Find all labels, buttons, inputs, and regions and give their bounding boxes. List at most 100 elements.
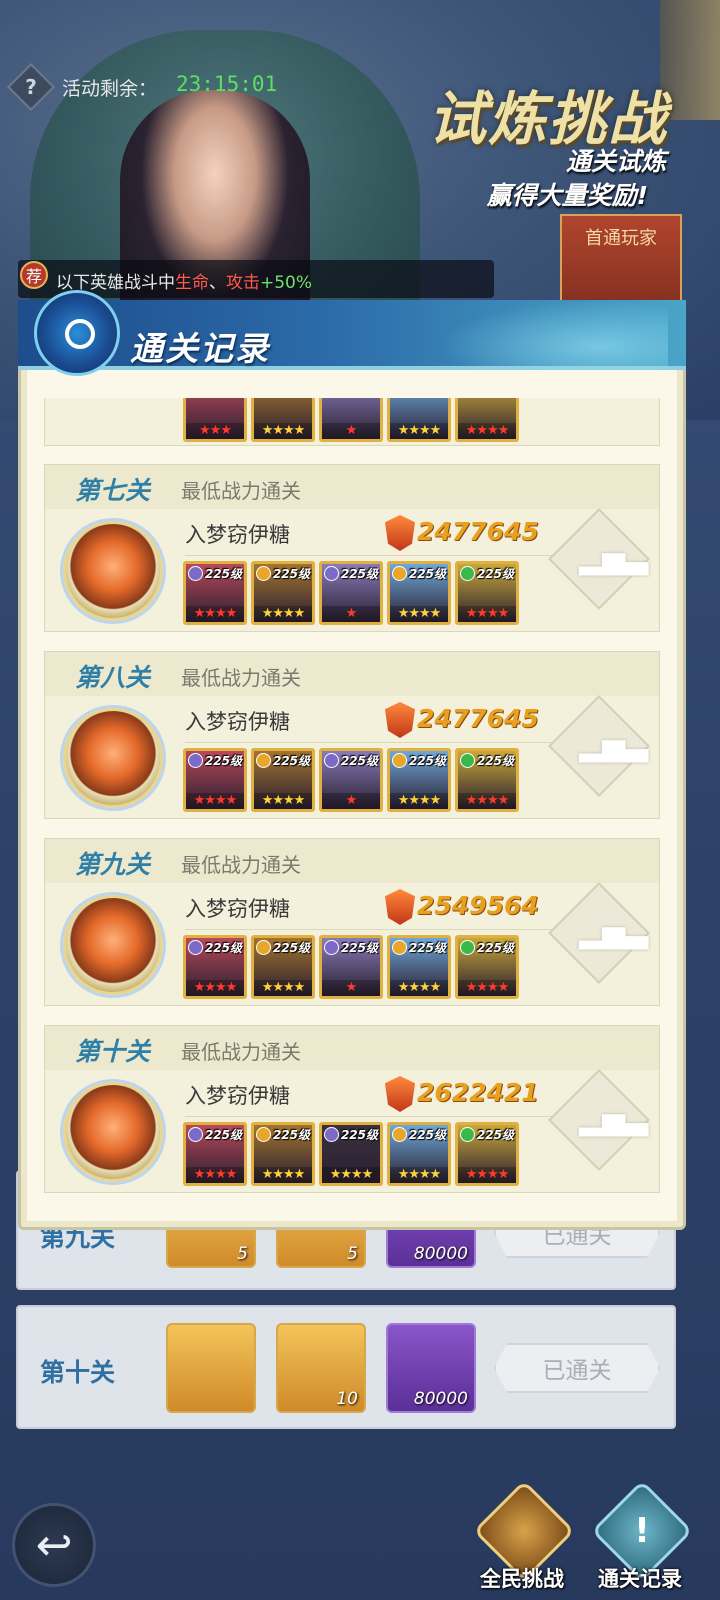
hero-lineup: 225级 ★★★★ 225级 ★★★★ 225级 ★ 225级 ★★★★ 225… (183, 561, 523, 627)
hero-level: 225级 (476, 1128, 514, 1142)
reward-item[interactable]: 10 (276, 1323, 366, 1413)
hero-card[interactable]: 225级 ★★★★ (455, 1122, 519, 1186)
player-name: 入梦窃伊糖 (185, 897, 290, 921)
hero-card[interactable]: 225级 ★★★★ (455, 561, 519, 625)
divider (185, 929, 555, 930)
hero-card[interactable]: ★ (319, 398, 383, 442)
reward-item[interactable]: 80000 (386, 1323, 476, 1413)
hero-card[interactable]: 225级 ★★★★ (387, 561, 451, 625)
back-arrow-icon: ↩ (35, 1519, 73, 1571)
ranking-button[interactable]: ▂▅▃ (548, 508, 650, 610)
hero-card[interactable]: 225级 ★ (319, 561, 383, 625)
hero-level: 225级 (204, 941, 242, 955)
hero-card[interactable]: ★★★★ (455, 398, 519, 442)
hero-card[interactable]: 225级 ★★★★ (387, 1122, 451, 1186)
hero-stars: ★★★★ (254, 1167, 312, 1183)
record-card: 第七关 最低战力通关 入梦窃伊糖 2477645 225级 ★★★★ 225级 … (44, 464, 660, 632)
partial-record: ★★★ ★★★★ ★ ★★★★ ★★★★ (44, 398, 660, 446)
player-name: 入梦窃伊糖 (185, 523, 290, 547)
element-icon (188, 753, 203, 768)
hero-stars: ★★★★ (322, 1167, 380, 1183)
element-icon (324, 753, 339, 768)
hero-level: 225级 (340, 754, 378, 768)
hero-card[interactable]: 225级 ★ (319, 935, 383, 999)
passed-button[interactable]: 已通关 (494, 1343, 660, 1393)
hero-level: 225级 (272, 567, 310, 581)
hero-card[interactable]: 225级 ★★★★ (183, 935, 247, 999)
hero-card[interactable]: 225级 ★★★★ (251, 1122, 315, 1186)
hero-card[interactable]: 225级 ★★★★ (251, 561, 315, 625)
back-button[interactable]: ↩ (12, 1503, 96, 1587)
record-level: 第九关 (75, 850, 151, 879)
power-shield-icon (385, 702, 415, 738)
hero-stars: ★★★★ (186, 980, 244, 996)
nav-all-challenge[interactable]: 全民挑战 (473, 1480, 575, 1595)
hero-card[interactable]: 225级 ★★★★ (183, 748, 247, 812)
hero-stars: ★★★★ (458, 1167, 516, 1183)
event-subtitle-line2: 赢得大量奖励! (486, 181, 648, 210)
power-shield-icon (385, 889, 415, 925)
hero-card[interactable]: 225级 ★★★★ (251, 748, 315, 812)
records-dialog: 通关记录 ★★★ ★★★★ ★ ★★★★ ★★★★ 第七关 最低战力通关 入梦窃伊糖 2… (18, 290, 686, 1232)
hero-card[interactable]: 225级 ★★★★ (455, 748, 519, 812)
hero-card[interactable]: 225级 ★★★★ (319, 1122, 383, 1186)
ranking-button[interactable]: ▂▅▃ (548, 695, 650, 797)
hero-card[interactable]: 225级 ★★★★ (387, 935, 451, 999)
element-icon (460, 753, 475, 768)
hero-card[interactable]: ★★★★ (387, 398, 451, 442)
hero-lineup: 225级 ★★★★ 225级 ★★★★ 225级 ★★★★ 225级 ★★★★ … (183, 1122, 523, 1188)
element-icon (460, 566, 475, 581)
record-description: 最低战力通关 (181, 666, 301, 690)
event-subtitle-line1: 通关试炼 (565, 147, 666, 176)
ranking-button[interactable]: ▂▅▃ (548, 1069, 650, 1171)
hero-stars: ★★★★ (390, 423, 448, 439)
bar-chart-icon: ▂▅▃ (579, 541, 649, 576)
element-icon (460, 1127, 475, 1142)
nav-all-challenge-label: 全民挑战 (480, 1567, 564, 1591)
player-avatar[interactable] (63, 895, 163, 995)
hero-level: 225级 (408, 567, 446, 581)
nav-records[interactable]: ! 通关记录 (591, 1480, 693, 1595)
hero-stars: ★★★★ (390, 980, 448, 996)
hero-card[interactable]: 225级 ★★★★ (251, 935, 315, 999)
dialog-title: 通关记录 (130, 329, 270, 368)
hero-card[interactable]: 225级 ★★★★ (455, 935, 519, 999)
ranking-button[interactable]: ▂▅▃ (548, 882, 650, 984)
divider (185, 742, 555, 743)
header-decoration (438, 300, 668, 370)
hero-card[interactable]: ★★★ (183, 398, 247, 442)
record-header: 第七关 最低战力通关 (45, 465, 659, 509)
record-description: 最低战力通关 (181, 479, 301, 503)
hero-level: 225级 (272, 754, 310, 768)
timer-value: 23:15:01 (176, 72, 278, 96)
hero-level: 225级 (340, 1128, 378, 1142)
hero-stars: ★★★★ (390, 1167, 448, 1183)
element-icon (188, 566, 203, 581)
element-icon (392, 940, 407, 955)
bg-level-row-10: 第十关 10 80000 已通关 (16, 1305, 676, 1429)
hero-lineup: 225级 ★★★★ 225级 ★★★★ 225级 ★ 225级 ★★★★ 225… (183, 935, 523, 1001)
player-avatar[interactable] (63, 1082, 163, 1182)
hero-card[interactable]: 225级 ★★★★ (183, 561, 247, 625)
combat-power: 2622421 (417, 1078, 539, 1107)
element-icon (392, 1127, 407, 1142)
record-card: 第十关 最低战力通关 入梦窃伊糖 2622421 225级 ★★★★ 225级 … (44, 1025, 660, 1193)
combat-power: 2477645 (417, 517, 539, 546)
record-card: 第九关 最低战力通关 入梦窃伊糖 2549564 225级 ★★★★ 225级 … (44, 838, 660, 1006)
hero-lineup: 225级 ★★★★ 225级 ★★★★ 225级 ★ 225级 ★★★★ 225… (183, 748, 523, 814)
hero-card[interactable]: ★★★★ (251, 398, 315, 442)
player-name: 入梦窃伊糖 (185, 710, 290, 734)
hero-level: 225级 (476, 941, 514, 955)
hero-card[interactable]: 225级 ★ (319, 748, 383, 812)
record-card: 第八关 最低战力通关 入梦窃伊糖 2477645 225级 ★★★★ 225级 … (44, 651, 660, 819)
hero-level: 225级 (204, 567, 242, 581)
reward-item[interactable] (166, 1323, 256, 1413)
player-avatar[interactable] (63, 521, 163, 621)
hero-card[interactable]: 225级 ★★★★ (183, 1122, 247, 1186)
hero-stars: ★★★★ (390, 793, 448, 809)
hero-level: 225级 (204, 1128, 242, 1142)
player-name: 入梦窃伊糖 (185, 1084, 290, 1108)
records-list[interactable]: ★★★ ★★★★ ★ ★★★★ ★★★★ 第七关 最低战力通关 入梦窃伊糖 247764… (44, 398, 660, 1208)
hero-card[interactable]: 225级 ★★★★ (387, 748, 451, 812)
player-avatar[interactable] (63, 708, 163, 808)
